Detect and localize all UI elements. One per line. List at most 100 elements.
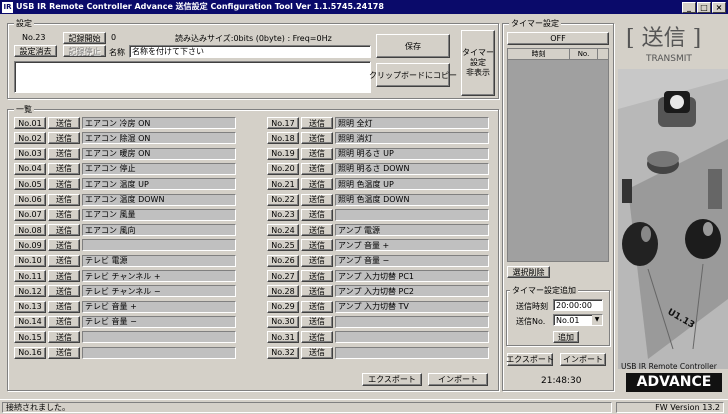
list-item-number-button[interactable]: No.08 — [14, 224, 46, 237]
list-item-name: アンプ 音量 + — [335, 239, 489, 252]
list-item-send-button[interactable]: 送信 — [301, 224, 333, 237]
list-item-send-button[interactable]: 送信 — [301, 254, 333, 267]
title-bar[interactable]: IR USB IR Remote Controller Advance 送信設定… — [0, 0, 728, 14]
close-icon[interactable]: × — [712, 1, 726, 13]
timer-add-button[interactable]: 追加 — [553, 331, 579, 343]
send-no-select[interactable]: No.01 ▼ — [553, 314, 603, 326]
list-item-name: アンプ 音量 − — [335, 254, 489, 267]
copy-clipboard-button[interactable]: クリップボードにコピー — [369, 63, 457, 87]
list-item-number-button[interactable]: No.21 — [267, 178, 299, 191]
list-item-number-button[interactable]: No.20 — [267, 162, 299, 175]
list-item-number-button[interactable]: No.16 — [14, 346, 46, 359]
minimize-icon[interactable]: _ — [682, 1, 696, 13]
list-item-send-button[interactable]: 送信 — [301, 132, 333, 145]
list-item-send-button[interactable]: 送信 — [48, 239, 80, 252]
list-item-name: テレビ 電源 — [82, 254, 236, 267]
list-item-number-button[interactable]: No.04 — [14, 162, 46, 175]
timer-list[interactable]: 時刻 No. — [507, 48, 609, 262]
list-item-send-button[interactable]: 送信 — [301, 285, 333, 298]
list-import-button[interactable]: インポート — [428, 373, 488, 386]
list-item-number-button[interactable]: No.25 — [267, 239, 299, 252]
list-item-number-button[interactable]: No.07 — [14, 208, 46, 221]
list-item-send-button[interactable]: 送信 — [301, 346, 333, 359]
list-item-number-button[interactable]: No.26 — [267, 254, 299, 267]
list-item-send-button[interactable]: 送信 — [301, 147, 333, 160]
list-item-send-button[interactable]: 送信 — [48, 208, 80, 221]
list-export-button[interactable]: エクスポート — [362, 373, 422, 386]
list-item-send-button[interactable]: 送信 — [48, 224, 80, 237]
list-item-send-button[interactable]: 送信 — [48, 300, 80, 313]
list-item-send-button[interactable]: 送信 — [301, 178, 333, 191]
record-start-button[interactable]: 記録開始 — [63, 32, 106, 44]
list-item-send-button[interactable]: 送信 — [48, 270, 80, 282]
timer-toggle-button[interactable]: OFF — [507, 32, 609, 45]
list-item-send-button[interactable]: 送信 — [48, 285, 80, 298]
name-input[interactable]: 名称を付けて下さい — [129, 45, 371, 58]
maximize-icon[interactable]: □ — [697, 1, 711, 13]
timer-group-label: タイマー設定 — [509, 18, 561, 29]
list-item-number-button[interactable]: No.13 — [14, 300, 46, 313]
code-data-textarea[interactable] — [14, 61, 371, 93]
list-item-number-button[interactable]: No.12 — [14, 285, 46, 298]
list-item-name: アンプ 入力切替 PC1 — [335, 270, 489, 282]
list-item-number-button[interactable]: No.28 — [267, 285, 299, 298]
list-item-send-button[interactable]: 送信 — [301, 117, 333, 129]
list-item-name — [82, 239, 236, 252]
list-item-send-button[interactable]: 送信 — [301, 162, 333, 175]
list-item-number-button[interactable]: No.03 — [14, 147, 46, 160]
list-item-send-button[interactable]: 送信 — [48, 193, 80, 206]
list-item-number-button[interactable]: No.01 — [14, 117, 46, 129]
status-bar: 接続されました。 FW Version 13.2 — [0, 399, 728, 414]
timer-import-button[interactable]: インポート — [560, 353, 606, 366]
list-item-send-button[interactable]: 送信 — [301, 331, 333, 344]
timer-hide-button[interactable]: タイマー 設定 非表示 — [461, 30, 495, 96]
save-button[interactable]: 保存 — [376, 34, 450, 58]
list-item-send-button[interactable]: 送信 — [48, 315, 80, 328]
list-item-send-button[interactable]: 送信 — [301, 300, 333, 313]
list-item-number-button[interactable]: No.19 — [267, 147, 299, 160]
list-item-number-button[interactable]: No.22 — [267, 193, 299, 206]
list-item-name: テレビ 音量 + — [82, 300, 236, 313]
list-item-send-button[interactable]: 送信 — [48, 117, 80, 129]
list-item-number-button[interactable]: No.23 — [267, 208, 299, 221]
list-item-send-button[interactable]: 送信 — [48, 331, 80, 344]
list-item-send-button[interactable]: 送信 — [301, 193, 333, 206]
list-item-number-button[interactable]: No.27 — [267, 270, 299, 282]
list-item-number-button[interactable]: No.17 — [267, 117, 299, 129]
list-item-number-button[interactable]: No.02 — [14, 132, 46, 145]
timer-export-button[interactable]: エクスポート — [506, 353, 554, 366]
list-item-number-button[interactable]: No.15 — [14, 331, 46, 344]
delete-selected-button[interactable]: 選択削除 — [507, 266, 550, 278]
timer-col-no[interactable]: No. — [570, 49, 598, 59]
list-item-number-button[interactable]: No.30 — [267, 315, 299, 328]
list-item-number-button[interactable]: No.05 — [14, 178, 46, 191]
list-item-number-button[interactable]: No.18 — [267, 132, 299, 145]
list-item-name — [335, 208, 489, 221]
list-item-number-button[interactable]: No.10 — [14, 254, 46, 267]
list-item-send-button[interactable]: 送信 — [48, 162, 80, 175]
list-item-send-button[interactable]: 送信 — [48, 132, 80, 145]
list-item-send-button[interactable]: 送信 — [301, 239, 333, 252]
list-item-number-button[interactable]: No.32 — [267, 346, 299, 359]
timer-clock: 21:48:30 — [541, 376, 582, 386]
list-item-send-button[interactable]: 送信 — [301, 315, 333, 328]
list-item-send-button[interactable]: 送信 — [48, 254, 80, 267]
clear-settings-button[interactable]: 設定消去 — [14, 45, 57, 57]
list-item-number-button[interactable]: No.09 — [14, 239, 46, 252]
list-item-send-button[interactable]: 送信 — [48, 147, 80, 160]
list-item-number-button[interactable]: No.24 — [267, 224, 299, 237]
list-item-send-button[interactable]: 送信 — [301, 270, 333, 282]
list-item-send-button[interactable]: 送信 — [48, 178, 80, 191]
list-item-number-button[interactable]: No.11 — [14, 270, 46, 282]
chevron-down-icon[interactable]: ▼ — [592, 315, 602, 325]
list-item-send-button[interactable]: 送信 — [301, 208, 333, 221]
list-item-number-button[interactable]: No.06 — [14, 193, 46, 206]
send-time-input[interactable]: 20:00:00 — [553, 299, 603, 311]
list-item-number-button[interactable]: No.31 — [267, 331, 299, 344]
list-item-number-button[interactable]: No.29 — [267, 300, 299, 313]
status-message: 接続されました。 — [2, 402, 612, 413]
list-item-send-button[interactable]: 送信 — [48, 346, 80, 359]
send-time-label: 送信時刻 — [516, 302, 548, 311]
list-item-number-button[interactable]: No.14 — [14, 315, 46, 328]
timer-col-time[interactable]: 時刻 — [508, 49, 570, 59]
